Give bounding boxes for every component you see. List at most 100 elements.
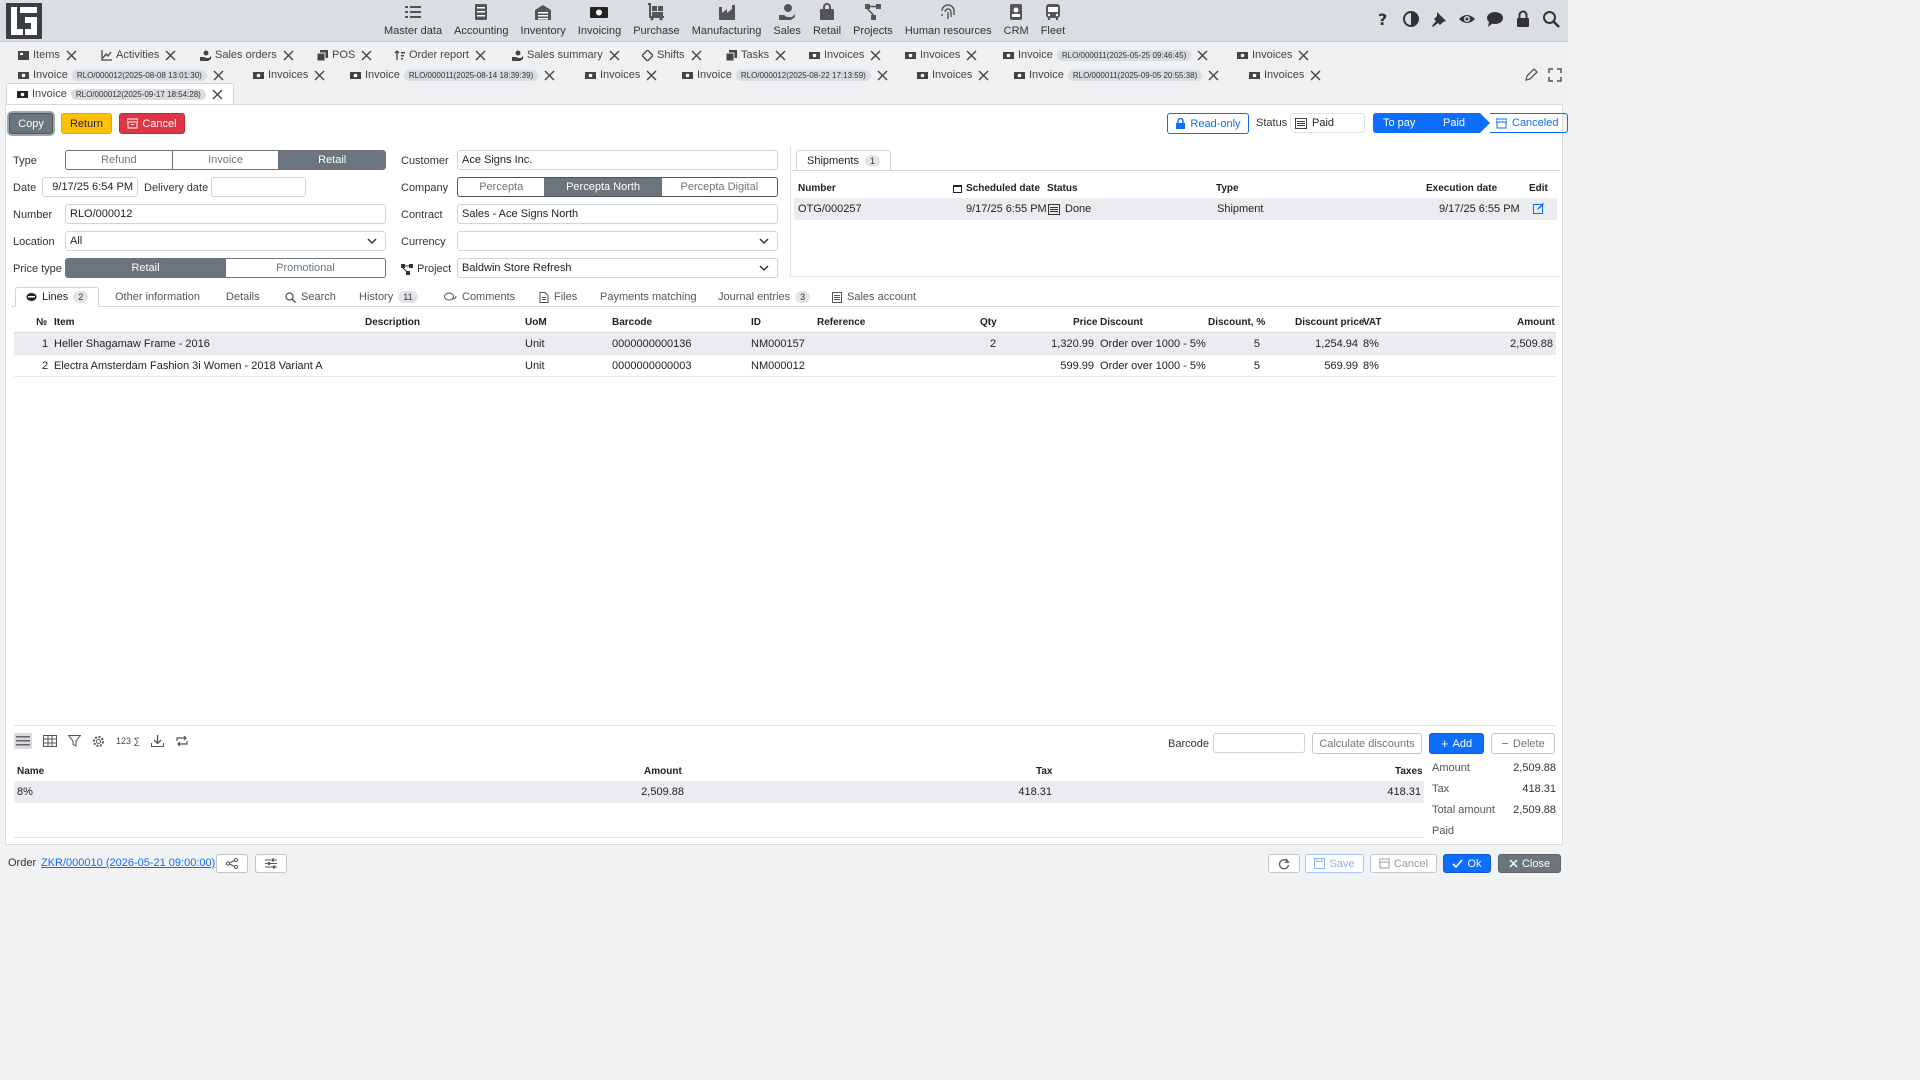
close-button[interactable]: Close	[1498, 854, 1561, 873]
module-invoicing[interactable]: Invoicing	[572, 0, 627, 42]
help-icon[interactable]: ?	[1374, 10, 1392, 28]
lock-icon[interactable]	[1514, 10, 1532, 28]
col-price[interactable]: Price	[1073, 317, 1097, 328]
tab-lines[interactable]: Lines 2	[15, 287, 100, 307]
tab-invoice[interactable]: Invoice RLO/000012(2025-08-08 13:01:30)	[18, 66, 224, 84]
tab-journal-entries[interactable]: Journal entries 3	[718, 287, 811, 307]
close-icon[interactable]	[1197, 50, 1208, 61]
col-item[interactable]: Item	[54, 317, 75, 328]
app-logo[interactable]	[6, 3, 42, 39]
tab-history[interactable]: History 11	[359, 287, 418, 307]
tab-invoices[interactable]: Invoices	[917, 66, 989, 84]
close-icon[interactable]	[877, 70, 888, 81]
tab-invoice-active[interactable]: Invoice RLO/000012(2025-09-17 18:54:28)	[6, 83, 234, 104]
close-icon[interactable]	[978, 70, 989, 81]
delivery-date-input[interactable]	[211, 177, 306, 197]
stage-to-pay[interactable]: To pay	[1373, 113, 1433, 133]
ok-button[interactable]: Ok	[1443, 854, 1491, 873]
close-icon[interactable]	[544, 70, 555, 81]
stage-paid[interactable]: Paid	[1433, 113, 1480, 133]
save-button[interactable]: Save	[1305, 854, 1364, 873]
close-icon[interactable]	[213, 70, 224, 81]
module-human-resources[interactable]: Human resources	[899, 0, 998, 42]
close-icon[interactable]	[165, 50, 176, 61]
tab-invoices[interactable]: Invoices	[253, 66, 325, 84]
number-input[interactable]: RLO/000012	[65, 204, 386, 224]
type-refund[interactable]: Refund	[66, 151, 173, 169]
tab-sales-orders[interactable]: Sales orders	[200, 46, 294, 64]
table-row[interactable]: 1 Heller Shagamaw Frame - 2016 Unit 0000…	[14, 333, 1556, 355]
cancel-doc-button[interactable]: Cancel	[119, 113, 185, 134]
module-crm[interactable]: CRM	[998, 0, 1035, 42]
contrast-icon[interactable]	[1402, 10, 1420, 28]
close-icon[interactable]	[691, 50, 702, 61]
tab-order-report[interactable]: Order report	[394, 46, 486, 64]
close-icon[interactable]	[609, 50, 620, 61]
tab-shifts[interactable]: Shifts	[642, 46, 702, 64]
settings-button[interactable]	[255, 854, 287, 873]
close-icon[interactable]	[66, 50, 77, 61]
col-discount[interactable]: Discount	[1100, 317, 1143, 328]
module-projects[interactable]: Projects	[847, 0, 899, 42]
order-link[interactable]: ZKR/000010 (2026-05-21 09:00:00)	[41, 857, 215, 869]
search-icon[interactable]	[1542, 10, 1560, 28]
tab-comments[interactable]: Comments	[444, 287, 515, 307]
module-purchase[interactable]: Purchase	[627, 0, 685, 42]
date-input[interactable]: 9/17/25 6:54 PM	[42, 177, 138, 197]
list-view-icon[interactable]	[14, 733, 32, 749]
filter-icon[interactable]	[68, 735, 81, 747]
tab-pos[interactable]: POS	[317, 46, 372, 64]
tab-activities[interactable]: Activities	[101, 46, 176, 64]
close-icon[interactable]	[966, 50, 977, 61]
col-id[interactable]: ID	[751, 317, 761, 328]
col-scheduled-date[interactable]: Scheduled date	[953, 183, 1040, 194]
sum-toggle[interactable]: 123 ∑	[116, 736, 140, 746]
tab-invoice[interactable]: Invoice RLO/000012(2025-08-22 17:13:59)	[682, 66, 888, 84]
customer-input[interactable]: Ace Signs Inc.	[457, 150, 778, 170]
module-retail[interactable]: Retail	[807, 0, 847, 42]
cancel-button[interactable]: Cancel	[1370, 854, 1437, 873]
tab-items[interactable]: Items	[18, 46, 77, 64]
company-percepta-north[interactable]: Percepta North	[545, 178, 662, 196]
download-icon[interactable]	[150, 735, 164, 747]
close-icon[interactable]	[475, 50, 486, 61]
price-type-promotional[interactable]: Promotional	[226, 259, 385, 277]
close-icon[interactable]	[361, 50, 372, 61]
eye-icon[interactable]	[1458, 10, 1476, 28]
price-type-retail[interactable]: Retail	[66, 259, 226, 277]
chat-icon[interactable]	[1486, 10, 1504, 28]
tab-invoices[interactable]: Invoices	[905, 46, 977, 64]
refresh-loop-icon[interactable]	[175, 735, 189, 747]
module-sales[interactable]: Sales	[767, 0, 807, 42]
module-inventory[interactable]: Inventory	[515, 0, 572, 42]
col-discount-pct[interactable]: Discount, %	[1208, 317, 1265, 328]
col-discount-price[interactable]: Discount price	[1295, 317, 1364, 328]
tab-invoice[interactable]: Invoice RLO/000011(2025-05-25 09:46:45)	[1003, 46, 1208, 64]
col-number[interactable]: Number	[798, 183, 836, 194]
tab-tasks[interactable]: Tasks	[726, 46, 786, 64]
close-icon[interactable]	[1208, 70, 1219, 81]
col-uom[interactable]: UoM	[525, 317, 547, 328]
pencil-icon[interactable]	[1524, 68, 1538, 82]
module-master-data[interactable]: Master data	[378, 0, 448, 42]
tab-search[interactable]: Search	[285, 287, 336, 307]
close-icon[interactable]	[870, 50, 881, 61]
col-vat[interactable]: VAT	[1363, 317, 1382, 328]
col-tax-name[interactable]: Name	[17, 766, 44, 777]
stage-canceled[interactable]: Canceled	[1490, 113, 1568, 133]
col-type[interactable]: Type	[1216, 183, 1239, 194]
tab-files[interactable]: Files	[539, 287, 577, 307]
edit-icon[interactable]	[1533, 202, 1545, 214]
col-reference[interactable]: Reference	[817, 317, 865, 328]
read-only-button[interactable]: Read-only	[1167, 113, 1249, 134]
close-icon[interactable]	[314, 70, 325, 81]
close-icon[interactable]	[775, 50, 786, 61]
type-invoice[interactable]: Invoice	[173, 151, 280, 169]
company-percepta[interactable]: Percepta	[458, 178, 546, 196]
tab-invoices[interactable]: Invoices	[1249, 66, 1321, 84]
col-execution-date[interactable]: Execution date	[1426, 183, 1497, 194]
close-icon[interactable]	[646, 70, 657, 81]
tab-invoices[interactable]: Invoices	[809, 46, 881, 64]
tab-sales-summary[interactable]: Sales summary	[512, 46, 620, 64]
type-retail[interactable]: Retail	[279, 151, 385, 169]
